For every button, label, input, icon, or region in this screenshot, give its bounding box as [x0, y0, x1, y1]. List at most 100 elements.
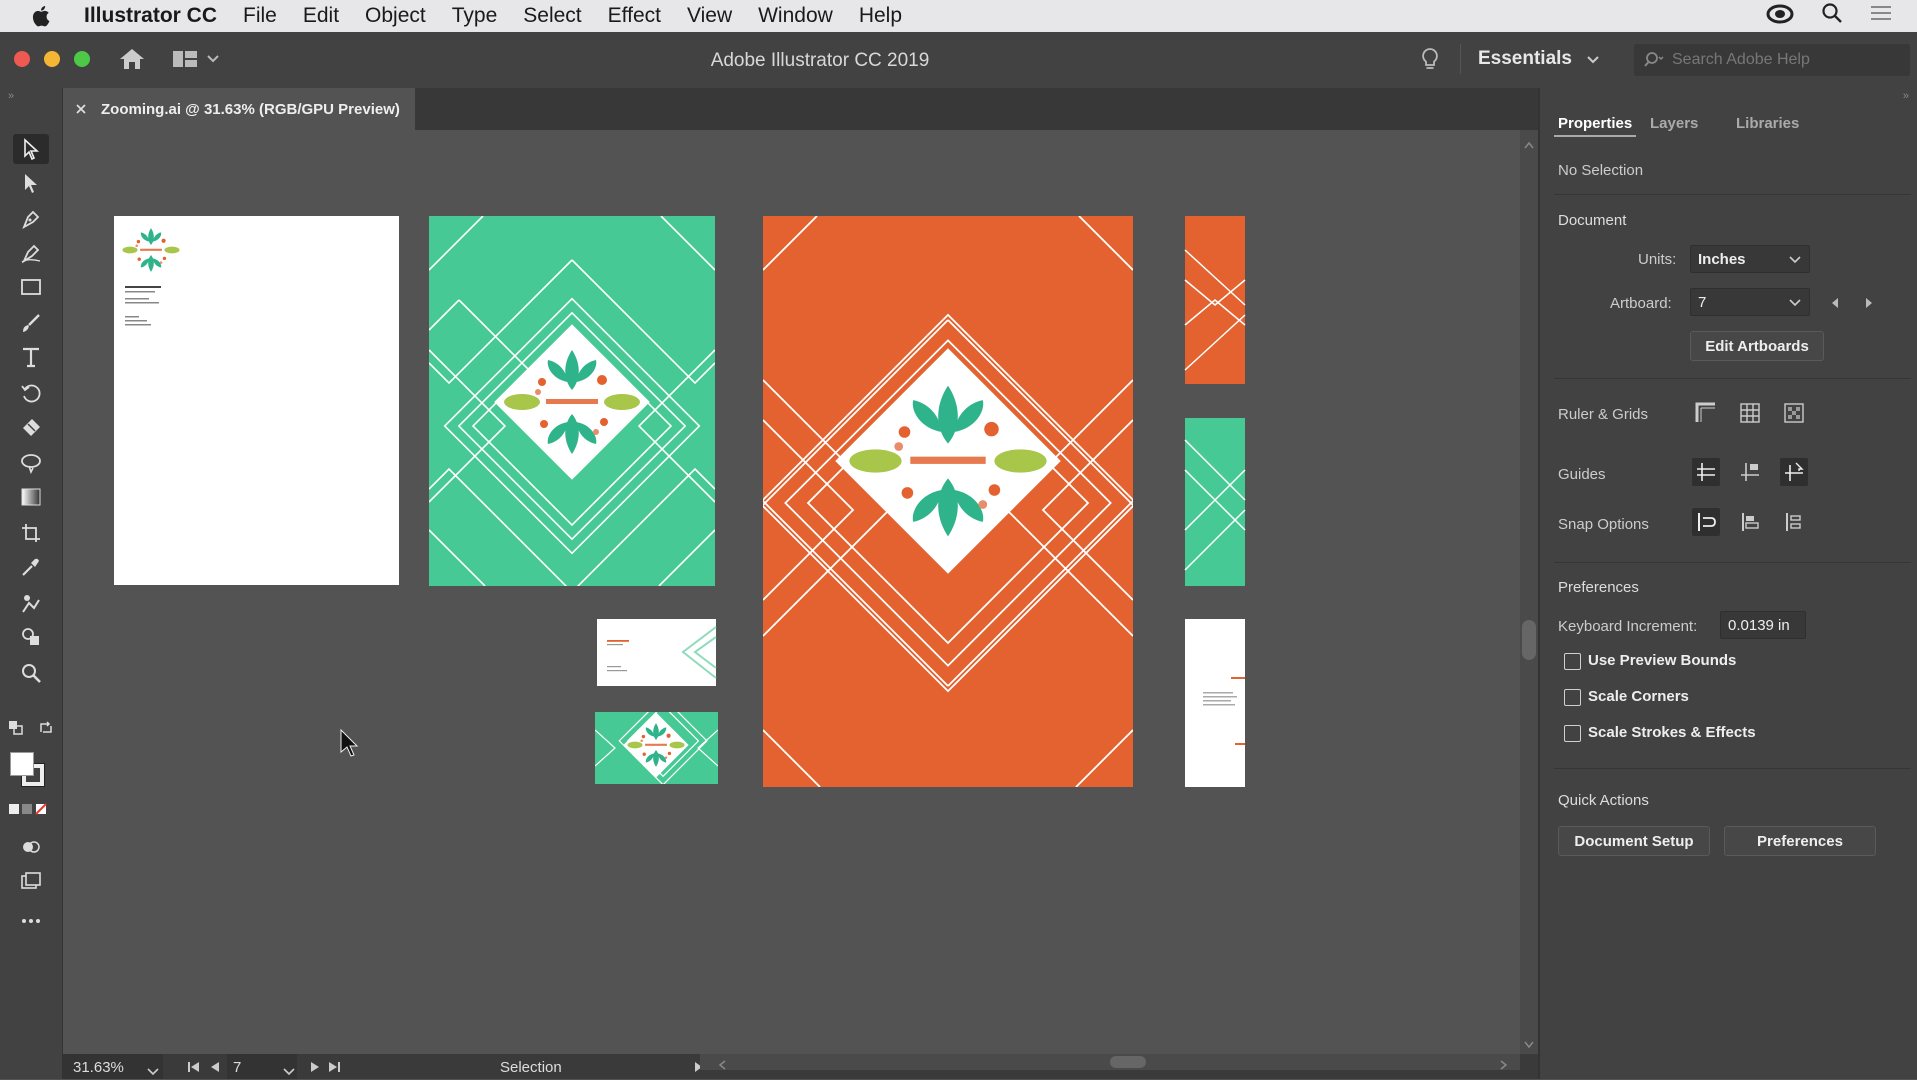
keyboard-increment-field[interactable]: 0.0139 in [1720, 611, 1806, 639]
swap-colors-icon[interactable] [38, 720, 54, 741]
snap-to-pixel-icon[interactable] [1736, 508, 1764, 536]
shape-builder-tool-icon[interactable] [13, 622, 49, 652]
type-tool-icon[interactable] [13, 342, 49, 372]
creative-cloud-icon[interactable] [1765, 2, 1795, 30]
puppet-warp-tool-icon[interactable] [13, 588, 49, 618]
document-setup-button[interactable]: Document Setup [1558, 826, 1710, 856]
scroll-up-icon[interactable] [1524, 136, 1534, 154]
keyboard-increment-label: Keyboard Increment: [1558, 618, 1698, 635]
curvature-tool-icon[interactable] [13, 238, 49, 268]
previous-artboard-icon[interactable] [209, 1060, 221, 1077]
rotate-tool-icon[interactable] [13, 378, 49, 408]
fill-swatch[interactable] [10, 752, 34, 776]
color-mode-icons[interactable] [8, 802, 52, 821]
close-tab-icon[interactable] [75, 103, 87, 115]
units-label: Units: [1638, 251, 1677, 268]
next-artboard-panel-icon[interactable] [1864, 296, 1874, 314]
artboard-letterhead[interactable] [114, 216, 399, 585]
horizontal-scroll-thumb[interactable] [1110, 1056, 1146, 1068]
rulers-icon[interactable] [1692, 399, 1720, 427]
transparency-grid-icon[interactable] [1780, 399, 1808, 427]
menu-help[interactable]: Help [846, 0, 915, 32]
quick-actions-title: Quick Actions [1558, 792, 1649, 809]
notification-list-icon[interactable] [1869, 3, 1893, 29]
menu-edit[interactable]: Edit [290, 0, 352, 32]
direct-selection-tool-icon[interactable] [13, 168, 49, 198]
previous-artboard-panel-icon[interactable] [1830, 296, 1840, 314]
selection-tool-icon[interactable] [13, 134, 49, 164]
collapse-panel-icon[interactable]: » [8, 90, 14, 102]
paintbrush-tool-icon[interactable] [13, 308, 49, 338]
artboard-poster-green[interactable] [429, 216, 715, 592]
artboard-partial-orange[interactable] [1184, 216, 1246, 384]
artboard-partial-green[interactable] [1184, 418, 1246, 586]
search-help-field[interactable]: Search Adobe Help [1634, 44, 1910, 76]
artboard-poster-orange[interactable] [760, 216, 1136, 787]
scroll-right-icon[interactable] [1500, 1057, 1508, 1075]
screen-mode-icon[interactable] [13, 866, 49, 896]
rectangle-tool-icon[interactable] [13, 272, 49, 302]
chevron-down-icon [1587, 48, 1599, 69]
horizontal-scrollbar[interactable] [700, 1054, 1520, 1070]
artboard-number-dropdown-icon[interactable] [283, 1063, 295, 1080]
app-title: Adobe Illustrator CC 2019 [710, 50, 930, 71]
artboard-partial-white[interactable] [1185, 619, 1245, 787]
use-preview-bounds-checkbox[interactable] [1564, 653, 1581, 670]
artboards-svg [114, 216, 1246, 787]
snap-to-glyph-icon[interactable] [1780, 508, 1808, 536]
gradient-tool-icon[interactable] [13, 482, 49, 512]
zoom-dropdown-icon[interactable] [147, 1063, 159, 1080]
preferences-button[interactable]: Preferences [1724, 826, 1876, 856]
menu-view[interactable]: View [674, 0, 745, 32]
vertical-scrollbar[interactable] [1520, 130, 1538, 1054]
default-colors-icon[interactable] [8, 720, 24, 741]
snap-to-point-icon[interactable] [1692, 508, 1720, 536]
menu-select[interactable]: Select [510, 0, 594, 32]
tab-libraries[interactable]: Libraries [1736, 115, 1799, 132]
first-artboard-icon[interactable] [187, 1060, 201, 1077]
eyedropper-tool-icon[interactable] [13, 552, 49, 582]
grid-icon[interactable] [1736, 399, 1764, 427]
canvas-area[interactable] [63, 130, 1520, 1054]
smart-guides-icon[interactable] [1780, 458, 1808, 486]
lasso-shape-builder-icon[interactable] [13, 448, 49, 478]
last-artboard-icon[interactable] [327, 1060, 341, 1077]
menu-app-name[interactable]: Illustrator CC [58, 0, 230, 32]
spotlight-search-icon[interactable] [1821, 2, 1843, 30]
artboard-tool-icon[interactable] [13, 518, 49, 548]
tab-properties[interactable]: Properties [1558, 115, 1632, 132]
edit-toolbar-more-icon[interactable] [13, 906, 49, 936]
current-tool-label: Selection [500, 1059, 562, 1076]
edit-artboards-button[interactable]: Edit Artboards [1690, 331, 1824, 361]
lock-guides-icon[interactable] [1736, 458, 1764, 486]
scale-corners-checkbox[interactable] [1564, 689, 1581, 706]
use-preview-bounds-label: Use Preview Bounds [1588, 652, 1737, 669]
vertical-scroll-thumb[interactable] [1522, 620, 1536, 660]
draw-mode-icon[interactable] [13, 832, 49, 862]
scale-strokes-effects-checkbox[interactable] [1564, 725, 1581, 742]
menu-effect[interactable]: Effect [595, 0, 674, 32]
document-tab[interactable]: Zooming.ai @ 31.63% (RGB/GPU Preview) [63, 88, 415, 130]
lightbulb-icon[interactable] [1420, 47, 1440, 78]
apple-icon[interactable] [24, 0, 58, 32]
menu-type[interactable]: Type [439, 0, 511, 32]
tab-layers[interactable]: Layers [1650, 115, 1698, 132]
artboard-business-card-front[interactable] [597, 619, 717, 686]
units-dropdown[interactable]: Inches [1690, 245, 1810, 273]
artboard-business-card-back[interactable] [595, 697, 718, 785]
zoom-tool-icon[interactable] [13, 658, 49, 688]
menu-file[interactable]: File [230, 0, 290, 32]
artboard-dropdown[interactable]: 7 [1690, 288, 1810, 316]
show-guides-icon[interactable] [1692, 458, 1720, 486]
eraser-tool-icon[interactable] [13, 412, 49, 442]
scroll-left-icon[interactable] [718, 1057, 726, 1075]
scroll-down-icon[interactable] [1524, 1036, 1534, 1054]
collapse-dock-icon[interactable]: » [1903, 90, 1909, 102]
divider [1554, 194, 1911, 195]
workspace-switcher[interactable]: Essentials [1478, 48, 1599, 70]
next-artboard-icon[interactable] [309, 1060, 321, 1077]
menu-window[interactable]: Window [745, 0, 846, 32]
menu-object[interactable]: Object [352, 0, 439, 32]
pen-tool-icon[interactable] [13, 204, 49, 234]
chevron-down-icon [1789, 299, 1801, 307]
